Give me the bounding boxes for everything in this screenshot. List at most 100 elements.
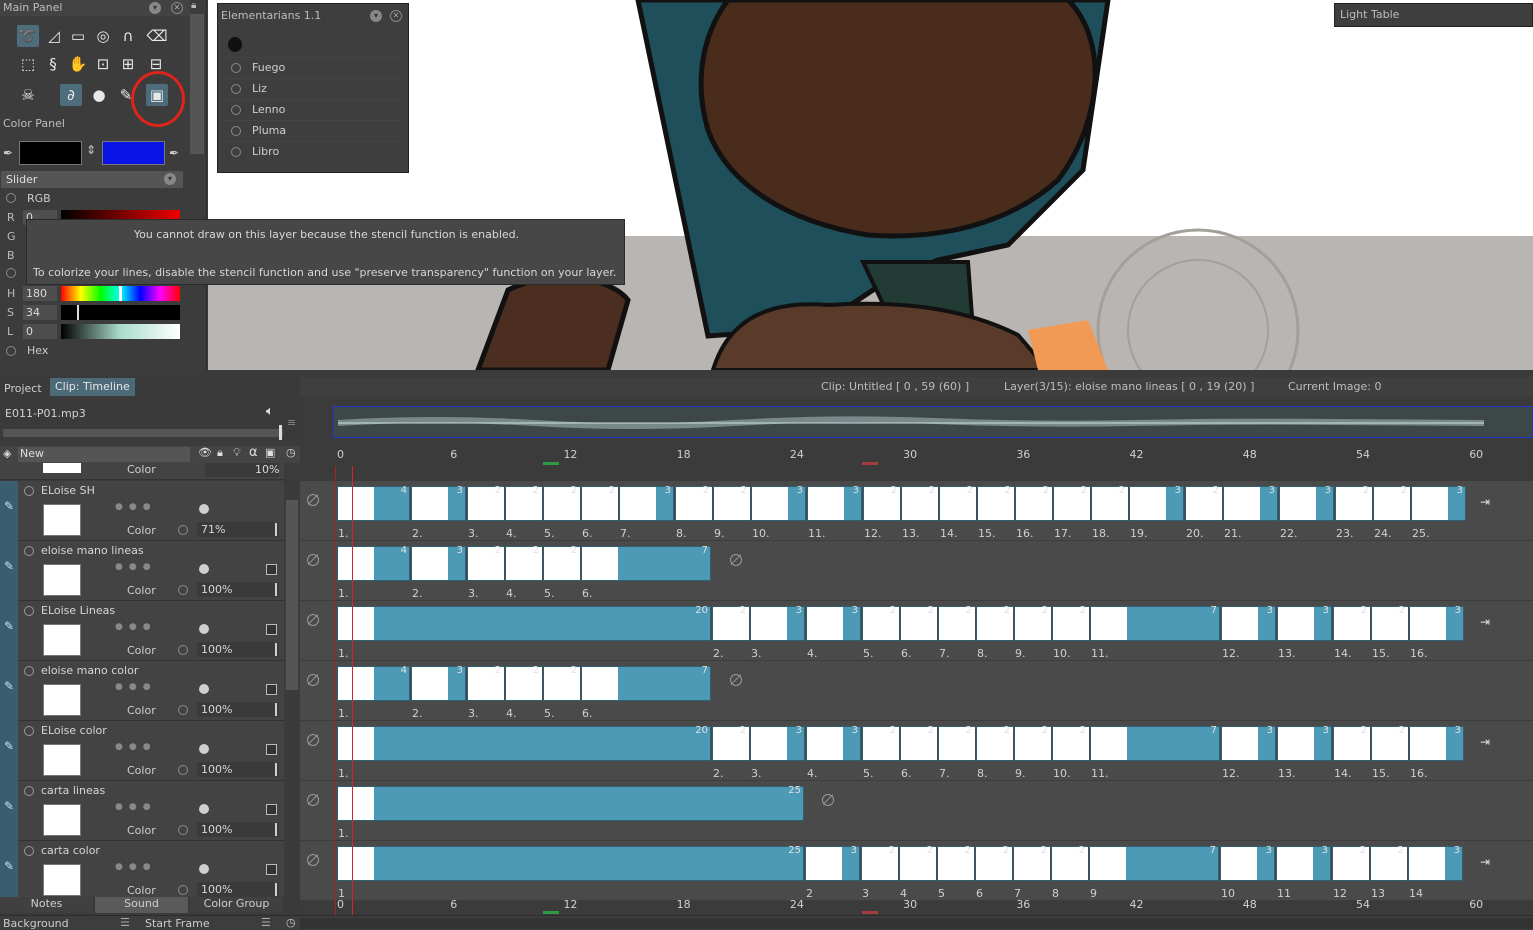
cel[interactable]: 3 [805, 845, 860, 881]
layer-list-scrollbar[interactable] [286, 480, 298, 897]
layer-row[interactable]: ✎ eloise mano color ●●● Color 100% [0, 661, 284, 721]
cel[interactable]: 2 [899, 845, 936, 881]
cel[interactable]: 3 [750, 605, 805, 641]
ink-drop-icon[interactable]: ● [88, 84, 110, 106]
track-end-icon[interactable]: ⇥ [1480, 735, 1490, 749]
layer-opacity[interactable]: 100% [197, 702, 279, 717]
background-label[interactable]: Background [3, 917, 69, 930]
cel[interactable]: 4 [337, 545, 410, 581]
cel[interactable]: 3 [751, 485, 806, 521]
cel[interactable]: 3 [1411, 485, 1466, 521]
list-item[interactable]: Lenno [222, 99, 404, 120]
sub-color-swatch[interactable] [102, 141, 165, 165]
tab-sound[interactable]: Sound [95, 897, 188, 913]
cel[interactable]: 2 [939, 485, 976, 521]
layer-flags[interactable]: ●●● [115, 502, 157, 512]
layer-row[interactable]: ✎ ELoise Lineas ●●● Color 100% [0, 601, 284, 661]
track-row[interactable]: 4 1. 3 2. 2 3. 2 4. 2 5. 7 6. [300, 661, 1533, 721]
layer-checkbox[interactable] [266, 744, 277, 755]
lightbulb-icon[interactable]: 💡︎ [233, 446, 241, 460]
cel[interactable]: 2 [1370, 845, 1407, 881]
link-icon[interactable] [178, 885, 188, 895]
expand-icon[interactable] [231, 105, 241, 115]
layer-tag-icon[interactable]: ✎ [0, 601, 18, 661]
list-item[interactable]: Libro [222, 141, 404, 162]
layer-opacity[interactable]: 100% [197, 762, 279, 777]
empty-cel-icon[interactable] [307, 494, 319, 506]
eraser-icon[interactable]: ⌫ [146, 25, 168, 47]
layer-flags[interactable]: ●●● [115, 742, 157, 752]
track-row[interactable]: 25 1. [300, 781, 1533, 841]
cel[interactable]: 2 [1371, 605, 1408, 641]
tab-color-group[interactable]: Color Group [190, 897, 283, 913]
track-row[interactable]: 4 1. 3 2. 2 3. 2 4. 2 5. 2 6. 3 7. 2 8. 2 9. 3 10. 3 11. 2 12. 2… [300, 481, 1533, 541]
link-icon[interactable] [178, 705, 188, 715]
layer-checkbox[interactable] [266, 804, 277, 815]
track-row[interactable]: 25 1 3 2 2 3 2 4 2 5 2 6 2 7 2 8 7 9 3 10 3 11 2 12 2 13 3 14 ⇥ [300, 841, 1533, 901]
list-icon-2[interactable]: ☰ [261, 916, 271, 929]
hsl-collapse-icon[interactable] [6, 268, 16, 278]
layer-row[interactable]: ✎ eloise mano lineas ●●● Color 100% [0, 541, 284, 601]
list-item[interactable]: Liz [222, 78, 404, 99]
tab-clip-timeline[interactable]: Clip: Timeline [50, 378, 135, 396]
cel[interactable]: 20 [337, 605, 711, 641]
waveform[interactable] [333, 406, 1533, 438]
cel[interactable]: 2 [543, 665, 580, 701]
cel[interactable]: 2 [1091, 485, 1128, 521]
cel[interactable]: 2 [1185, 485, 1222, 521]
empty-cel-icon[interactable] [307, 554, 319, 566]
brush-blob-icon[interactable] [228, 37, 242, 52]
layer-flags[interactable]: ●●● [115, 562, 157, 572]
cel[interactable]: 2 [1013, 845, 1050, 881]
slider-collapse-icon[interactable]: ▾ [164, 173, 176, 185]
cel[interactable]: 7 [1090, 605, 1220, 641]
clock-footer-icon[interactable]: ◷ [286, 916, 296, 929]
cel[interactable]: 2 [1373, 485, 1410, 521]
main-color-swatch[interactable] [19, 141, 82, 165]
dotted-select-icon[interactable]: ⬚ [17, 53, 39, 75]
tab-project[interactable]: Project [4, 382, 42, 395]
cel[interactable]: 2 [861, 845, 898, 881]
start-frame-label[interactable]: Start Frame [145, 917, 210, 930]
cel[interactable]: 2 [863, 485, 900, 521]
layer-tag-icon[interactable]: ✎ [0, 661, 18, 721]
cel[interactable]: 2 [1051, 845, 1088, 881]
collapse-icon[interactable]: ▾ [149, 2, 161, 14]
cel[interactable]: 3 [411, 485, 466, 521]
light-table-toggle[interactable] [199, 864, 209, 874]
cel[interactable]: 7 [1089, 845, 1219, 881]
cel[interactable]: 2 [1332, 845, 1369, 881]
cel[interactable]: 2 [1333, 725, 1370, 761]
cel[interactable]: 2 [975, 845, 1012, 881]
rectangle-select-icon[interactable]: ▭ [67, 25, 89, 47]
empty-cel-icon[interactable] [307, 674, 319, 686]
empty-cel-icon[interactable] [307, 794, 319, 806]
cel[interactable]: 2 [938, 605, 975, 641]
empty-cel-icon[interactable] [307, 854, 319, 866]
slider-header[interactable]: Slider [1, 171, 183, 188]
volume-thumb[interactable] [279, 425, 282, 440]
cel[interactable]: 3 [807, 485, 862, 521]
cel[interactable]: 3 [1409, 725, 1464, 761]
layer-flags[interactable]: ●●● [115, 682, 157, 692]
empty-cel-icon[interactable] [307, 614, 319, 626]
cel[interactable]: 4 [337, 665, 410, 701]
track-end-icon[interactable]: ⇥ [1480, 855, 1490, 869]
cel[interactable]: 2 [1015, 485, 1052, 521]
cel[interactable]: 2 [1371, 725, 1408, 761]
close-icon[interactable]: ✕ [171, 2, 183, 14]
track-row[interactable]: 4 1. 3 2. 2 3. 2 4. 2 5. 7 6. [300, 541, 1533, 601]
expand-icon[interactable] [231, 147, 241, 157]
cel[interactable]: 2 [900, 725, 937, 761]
list-item[interactable]: Pluma [222, 120, 404, 141]
cel[interactable]: 2 [581, 485, 618, 521]
cel[interactable]: 2 [862, 725, 899, 761]
panel-scrollbar[interactable] [190, 14, 204, 154]
cel[interactable]: 2 [505, 545, 542, 581]
cel[interactable]: 3 [1221, 725, 1276, 761]
layer-list-scroll-thumb[interactable] [286, 500, 298, 690]
cel[interactable]: 3 [1223, 485, 1278, 521]
cel[interactable]: 7 [581, 545, 711, 581]
grid-icon[interactable]: ⊞ [117, 53, 139, 75]
cel[interactable]: 2 [1335, 485, 1372, 521]
